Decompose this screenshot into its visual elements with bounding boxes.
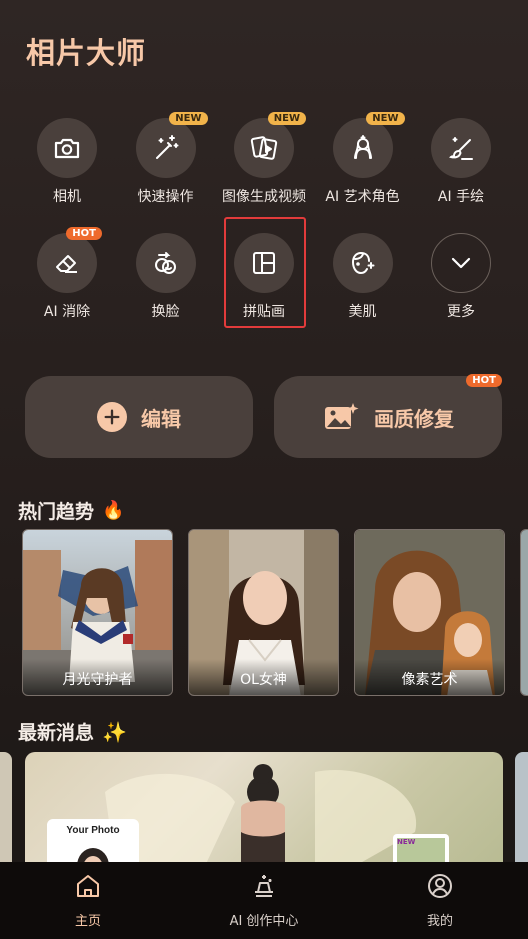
tool-ai-draw[interactable]: AI 手绘 (412, 108, 510, 223)
bottom-nav: 主页 AI 创作中心 我的 (0, 862, 528, 939)
tool-face-swap[interactable]: 换脸 (117, 223, 215, 338)
tool-label: 图像生成视频 (222, 189, 306, 205)
tool-label: 换脸 (151, 304, 180, 320)
tool-more[interactable]: 更多 (412, 223, 510, 338)
nav-me-label: 我的 (426, 914, 453, 929)
user-icon (428, 874, 452, 898)
nav-ai-center[interactable]: AI 创作中心 (179, 868, 349, 929)
new-badge: NEW (366, 112, 405, 125)
tool-beauty-button[interactable] (332, 233, 393, 293)
new-badge: NEW (397, 838, 416, 846)
nav-home[interactable]: 主页 (3, 868, 173, 929)
trend-card-next[interactable] (520, 529, 528, 696)
tool-label: AI 手绘 (437, 189, 485, 205)
new-badge: NEW (169, 112, 208, 125)
tool-ai-draw-button[interactable] (431, 118, 491, 178)
trend-card-ol-goddess[interactable]: OL女神 (188, 529, 339, 696)
trend-card-label: OL女神 (189, 659, 338, 695)
tool-quick-action[interactable]: NEW 快速操作 (117, 108, 215, 223)
trending-section-title: 热门趋势 🔥 (18, 497, 124, 524)
tool-label: AI 艺术角色 (325, 189, 400, 205)
magic-wand-icon (155, 135, 178, 159)
your-photo-thumbnail: Your Photo (47, 819, 139, 866)
tool-ai-erase[interactable]: HOT AI 消除 (18, 223, 116, 338)
trend-card-moon-guardian[interactable]: 月光守护者 (22, 529, 173, 696)
tool-label: 相机 (53, 189, 81, 205)
hot-badge: HOT (466, 374, 502, 387)
tool-beauty[interactable]: 美肌 (314, 223, 412, 338)
tool-ai-art-role[interactable]: NEW AI 艺术角色 (314, 108, 412, 223)
enhance-button[interactable]: 画质修复 HOT (274, 374, 502, 458)
your-photo-label: Your Photo (66, 825, 120, 836)
trend-card-label: 像素艺术 (355, 659, 504, 695)
news-title: 最新消息 (18, 722, 95, 744)
news-card[interactable]: Your Photo NEW (25, 752, 503, 866)
magic-hat-icon (255, 875, 273, 897)
tool-camera[interactable]: 相机 (18, 108, 116, 223)
tool-label: 美肌 (348, 304, 377, 320)
camera-icon (54, 138, 80, 159)
trending-title: 热门趋势 (18, 501, 95, 523)
tool-camera-button[interactable] (37, 118, 97, 178)
face-swap-icon (154, 252, 176, 274)
portrait-sparkle-icon (353, 135, 372, 159)
edit-button[interactable]: 编辑 (25, 376, 253, 458)
news-card-prev[interactable] (0, 752, 12, 866)
tool-label: 快速操作 (137, 189, 194, 205)
fire-icon: 🔥 (102, 500, 125, 521)
tool-ai-art-role-button[interactable] (332, 118, 393, 178)
hot-badge: HOT (66, 227, 102, 240)
image-sparkle-icon (325, 403, 359, 429)
edit-button-label: 编辑 (141, 406, 181, 431)
nav-home-label: 主页 (74, 914, 101, 929)
collage-highlight-box (224, 217, 306, 328)
trend-card-pixel-art[interactable]: 像素艺术 (354, 529, 505, 696)
tool-row-1: 相机 NEW 快速操作 NEW 图像生成视频 NEW AI 艺术角色 AI 手绘 (18, 108, 510, 223)
enhance-button-label: 画质修复 (374, 406, 454, 431)
new-badge: NEW (267, 112, 306, 125)
tool-image-to-video-button[interactable] (234, 118, 294, 178)
plus-circle-icon (97, 402, 127, 432)
tool-face-swap-button[interactable] (135, 233, 196, 293)
eraser-icon (56, 255, 77, 273)
trend-card-label: 月光守护者 (23, 659, 172, 695)
sparkle-icon: ✨ (102, 719, 127, 744)
tool-ai-erase-button[interactable] (37, 233, 97, 293)
cards-play-icon (250, 136, 278, 160)
home-icon (77, 875, 99, 897)
tool-quick-action-button[interactable] (135, 118, 196, 178)
face-sparkle-icon (351, 251, 374, 275)
nav-ai-center-label: AI 创作中心 (229, 914, 299, 929)
paint-brush-icon (449, 137, 473, 160)
tool-label: AI 消除 (43, 304, 91, 320)
tool-label: 更多 (447, 304, 475, 320)
news-section-title: 最新消息 ✨ (18, 718, 127, 745)
nav-me[interactable]: 我的 (355, 868, 525, 929)
tool-more-button[interactable] (431, 233, 491, 293)
news-card-next[interactable] (515, 752, 528, 866)
app-title: 相片大师 (26, 36, 147, 70)
trend-card-image (521, 530, 528, 695)
chevron-down-icon (451, 257, 471, 269)
tool-image-to-video[interactable]: NEW 图像生成视频 (215, 108, 313, 223)
